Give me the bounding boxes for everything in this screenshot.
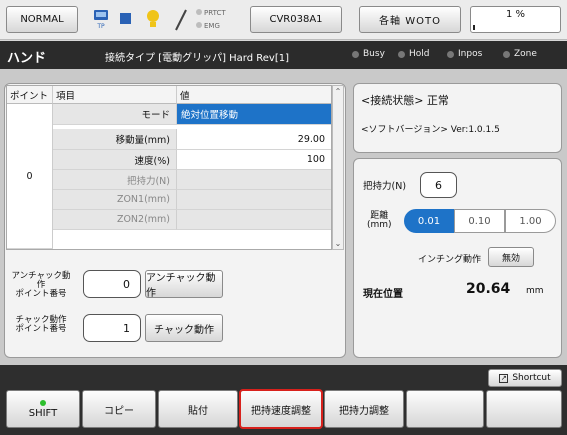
mode-button[interactable]: NORMAL <box>6 6 78 33</box>
emg-label: EMG <box>204 22 220 30</box>
speed-text: 1 % <box>505 9 526 20</box>
shortcut-button[interactable]: ↗ Shortcut <box>488 369 562 387</box>
speed-bar <box>473 25 475 30</box>
table-row-value[interactable]: 絶対位置移動 <box>177 104 331 125</box>
emg-indicator: EMG <box>196 20 220 31</box>
distance-option-010[interactable]: 0.10 <box>454 209 505 233</box>
prtct-indicator: PRTCT <box>196 7 226 18</box>
position-unit: mm <box>526 286 544 296</box>
chuck-point-label: チャック動作 ポイント番号 <box>15 315 67 334</box>
status-hold: Hold <box>398 49 430 59</box>
stop-icon <box>120 13 131 24</box>
status-busy: Busy <box>352 49 385 59</box>
table-scrollbar[interactable]: ⌃ ⌄ <box>332 85 344 250</box>
distance-option-001[interactable]: 0.01 <box>404 209 454 233</box>
status-dot-icon <box>447 50 454 58</box>
table-row-label: 速度(%) <box>53 150 177 170</box>
grip-force-adjust-button[interactable]: 把持力調整 <box>324 390 404 428</box>
point-table: ポイント 項目 値 0 モード 絶対位置移動 移動量(mm) 29.00 速度(… <box>6 85 332 250</box>
table-row-label: ZON2(mm) <box>53 210 177 230</box>
header-point: ポイント <box>7 86 53 104</box>
inching-label: インチング動作 <box>418 255 482 265</box>
chevron-down-icon[interactable]: ⌄ <box>333 239 343 248</box>
table-row-value <box>177 210 331 230</box>
status-dot-icon <box>352 50 359 58</box>
chevron-up-icon[interactable]: ⌃ <box>333 87 343 96</box>
distance-option-100[interactable]: 1.00 <box>505 209 556 233</box>
inching-toggle[interactable]: 無効 <box>488 247 534 267</box>
paste-button[interactable]: 貼付 <box>158 390 238 428</box>
table-row-value <box>177 190 331 210</box>
tp-label: TP <box>96 23 105 30</box>
title-bar: ハンド 接続タイプ [電動グリッパ] Hard Rev[1] Busy Hold… <box>0 41 567 69</box>
status-zone: Zone <box>503 49 537 59</box>
unchuck-point-input[interactable]: 0 <box>83 270 141 298</box>
table-row-label: 移動量(mm) <box>53 129 177 150</box>
table-row-value[interactable]: 100 <box>177 150 331 170</box>
shortcut-icon: ↗ <box>499 373 509 383</box>
unchuck-point-label: アンチャック動作 ポイント番号 <box>11 271 71 299</box>
prtct-label: PRTCT <box>204 9 226 17</box>
position-value: 20.64 <box>466 281 511 297</box>
header-item: 項目 <box>53 86 177 104</box>
status-inpos: Inpos <box>447 49 482 59</box>
table-row-label: モード <box>53 104 177 125</box>
connection-state: <接続状態> 正常 <box>361 94 449 107</box>
shift-indicator-icon <box>40 399 46 406</box>
header-value: 値 <box>177 86 331 104</box>
function-button-6[interactable] <box>406 390 484 428</box>
function-button-7[interactable] <box>486 390 562 428</box>
grip-force-label: 把持力(N) <box>363 181 407 192</box>
speed-indicator[interactable]: 1 % <box>470 6 561 33</box>
connection-type: 接続タイプ [電動グリッパ] Hard Rev[1] <box>105 53 290 64</box>
status-dot-icon <box>503 50 510 58</box>
shift-button[interactable]: SHIFT <box>6 390 80 428</box>
unchuck-button[interactable]: アンチャック動作 <box>145 270 223 299</box>
table-row-label: ZON1(mm) <box>53 190 177 210</box>
unit-button[interactable]: CVR038A1 <box>250 6 342 33</box>
page-title: ハンド <box>7 51 47 66</box>
point-number[interactable]: 0 <box>7 104 53 249</box>
distance-label: 距離 (mm) <box>367 211 392 230</box>
chuck-button[interactable]: チャック動作 <box>145 314 223 342</box>
teach-pendant-icon: TP <box>92 9 110 31</box>
table-row-value <box>177 170 331 190</box>
pen-icon <box>174 8 188 32</box>
lightbulb-icon <box>146 9 160 31</box>
axis-button[interactable]: 各軸 WOTO <box>359 6 461 33</box>
position-label: 現在位置 <box>363 289 403 300</box>
status-dot-icon <box>398 50 405 58</box>
copy-button[interactable]: コピー <box>82 390 156 428</box>
chuck-point-input[interactable]: 1 <box>83 314 141 342</box>
grip-speed-adjust-button[interactable]: 把持速度調整 <box>239 389 323 429</box>
table-row-value[interactable]: 29.00 <box>177 129 331 150</box>
grip-force-input[interactable]: 6 <box>420 172 457 198</box>
software-version: <ソフトバージョン> Ver:1.0.1.5 <box>361 125 500 135</box>
table-row-label: 把持力(N) <box>53 170 177 190</box>
